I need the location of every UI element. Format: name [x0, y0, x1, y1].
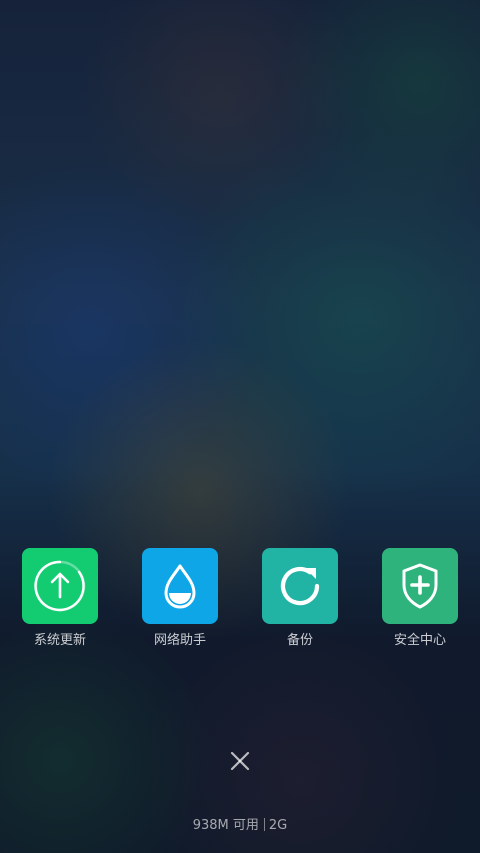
app-network-assistant[interactable]: 网络助手: [125, 548, 235, 649]
app-backup[interactable]: 备份: [245, 548, 355, 649]
memory-status: 938M 可用 2G: [0, 817, 480, 835]
shield-plus-icon: [402, 563, 438, 609]
available-memory-text: 938M 可用: [192, 818, 259, 833]
close-button[interactable]: [220, 741, 260, 781]
close-icon: [230, 751, 250, 771]
refresh-icon: [280, 566, 320, 606]
app-label: 备份: [286, 633, 313, 648]
app-label: 网络助手: [153, 633, 206, 648]
backup-tile[interactable]: [262, 548, 338, 624]
recent-apps-row: 系统更新 网络助手 备份 安全中心: [0, 548, 480, 658]
app-security-center[interactable]: 安全中心: [365, 548, 475, 649]
total-memory-text: 2G: [268, 818, 288, 833]
app-label: 安全中心: [393, 633, 446, 648]
app-label: 系统更新: [33, 633, 86, 648]
status-divider: [263, 818, 265, 831]
security-center-tile[interactable]: [382, 548, 458, 624]
upload-arrow-icon: [34, 560, 86, 612]
water-drop-icon: [164, 564, 196, 609]
network-assistant-tile[interactable]: [142, 548, 218, 624]
system-update-tile[interactable]: [22, 548, 98, 624]
app-system-update[interactable]: 系统更新: [5, 548, 115, 649]
